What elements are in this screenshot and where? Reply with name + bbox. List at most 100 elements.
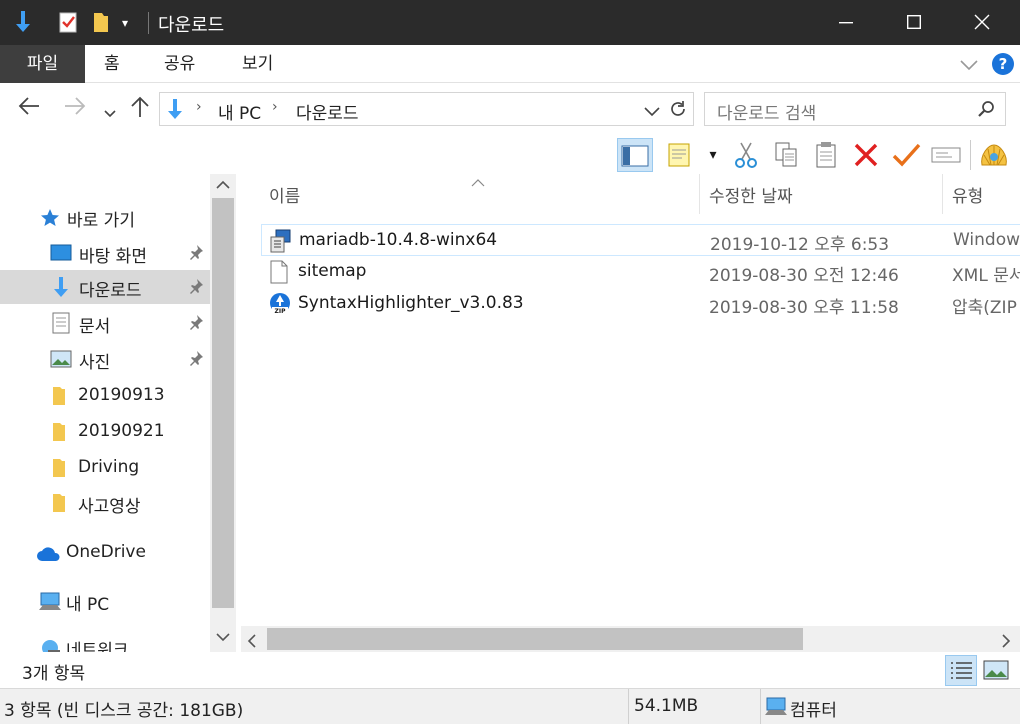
refresh-icon[interactable] <box>668 99 688 123</box>
item-count: 3개 항목 <box>22 664 86 684</box>
svg-text:ZIP: ZIP <box>275 308 287 315</box>
recent-locations-button[interactable] <box>104 100 116 124</box>
zip-icon: ZIP <box>269 292 291 320</box>
preview-pane-button[interactable] <box>617 138 653 172</box>
column-header-type[interactable]: 유형 <box>952 182 983 207</box>
nav-label: 문서 <box>79 317 111 337</box>
sort-ascending-icon <box>471 172 485 191</box>
column-header-name[interactable]: 이름 <box>269 182 300 207</box>
help-icon[interactable]: ? <box>991 52 1015 80</box>
checkmark-icon[interactable] <box>888 138 924 172</box>
file-modified: 2019-10-12 오후 6:53 <box>710 235 890 255</box>
delete-icon[interactable] <box>848 138 884 172</box>
file-name: sitemap <box>298 261 367 281</box>
file-type: Window <box>953 230 1020 250</box>
breadcrumb-downloads[interactable]: 다운로드 <box>296 99 359 124</box>
desktop-icon <box>50 244 72 266</box>
rename-icon[interactable] <box>928 138 964 172</box>
ribbon: 파일 홈 공유 보기 ? <box>0 45 1020 83</box>
scroll-down-icon[interactable] <box>210 630 236 646</box>
nav-item-documents[interactable]: 문서 <box>0 306 210 340</box>
forward-button[interactable] <box>64 96 86 121</box>
tab-share[interactable]: 공유 <box>164 45 195 83</box>
minimize-button[interactable] <box>812 0 880 45</box>
nav-label: 네트워크 <box>66 641 129 652</box>
properties-dropdown-icon[interactable]: ▾ <box>700 138 726 172</box>
toolbar-separator <box>970 140 971 170</box>
up-button[interactable] <box>130 96 150 123</box>
large-icons-view-button[interactable] <box>982 659 1010 685</box>
scrollbar-thumb[interactable] <box>267 628 803 650</box>
search-box[interactable]: 다운로드 검색 <box>704 92 1006 126</box>
column-divider[interactable] <box>942 174 943 214</box>
breadcrumb-this-pc[interactable]: 내 PC <box>218 99 261 124</box>
nav-item-folder[interactable]: 20190921 <box>0 415 210 449</box>
new-folder-icon[interactable] <box>92 10 110 38</box>
scroll-left-icon[interactable] <box>247 633 257 652</box>
properties-icon[interactable] <box>58 10 80 38</box>
file-name: mariadb-10.4.8-winx64 <box>299 230 498 250</box>
paste-icon[interactable] <box>808 138 844 172</box>
breadcrumb-chevron-icon[interactable]: › <box>196 99 202 115</box>
customize-toolbar-icon[interactable]: ▾ <box>122 16 128 30</box>
scroll-right-icon[interactable] <box>1001 633 1011 652</box>
scroll-up-icon[interactable] <box>210 178 236 194</box>
expand-ribbon-icon[interactable] <box>960 51 978 75</box>
file-type: 압축(ZIP <box>952 298 1017 318</box>
tab-file[interactable]: 파일 <box>0 45 85 83</box>
status-divider <box>760 689 761 724</box>
scrollbar-thumb[interactable] <box>212 198 234 608</box>
nav-item-pictures[interactable]: 사진 <box>0 342 210 376</box>
search-icon[interactable] <box>977 100 995 122</box>
title-bar: ▾ 다운로드 <box>0 0 1020 45</box>
file-modified: 2019-08-30 오전 12:46 <box>709 266 899 286</box>
copy-icon[interactable] <box>768 138 804 172</box>
nav-item-folder[interactable]: 20190913 <box>0 379 210 413</box>
nav-onedrive[interactable]: OneDrive <box>0 536 210 570</box>
nav-vertical-scrollbar[interactable] <box>210 174 236 652</box>
tab-home[interactable]: 홈 <box>104 45 120 83</box>
file-list-horizontal-scrollbar[interactable] <box>241 626 1020 652</box>
downloads-icon <box>52 276 70 302</box>
folder-icon <box>52 493 66 517</box>
folder-icon <box>52 422 66 446</box>
status-location: 컴퓨터 <box>790 701 837 721</box>
breadcrumb-chevron-icon[interactable]: › <box>272 99 278 115</box>
nav-label: 바로 가기 <box>67 211 135 231</box>
pin-icon <box>188 350 204 370</box>
tab-view[interactable]: 보기 <box>242 45 273 83</box>
details-view-button[interactable] <box>945 655 977 686</box>
table-row[interactable]: sitemap 2019-08-30 오전 12:46 XML 문서 <box>261 256 1020 288</box>
nav-item-downloads[interactable]: 다운로드 <box>0 270 210 304</box>
back-button[interactable] <box>18 96 40 121</box>
nav-network[interactable]: 네트워크 <box>0 630 210 652</box>
downloads-icon <box>166 98 184 124</box>
nav-item-folder[interactable]: 사고영상 <box>0 486 210 520</box>
pin-icon <box>188 314 204 334</box>
file-type: XML 문서 <box>952 266 1020 286</box>
column-header-modified[interactable]: 수정한 날짜 <box>709 182 793 207</box>
shell-icon[interactable] <box>976 138 1012 172</box>
status-size: 54.1MB <box>634 696 699 716</box>
nav-label: 20190913 <box>78 385 165 405</box>
nav-quick-access[interactable]: 바로 가기 <box>0 200 210 234</box>
cut-icon[interactable] <box>728 138 764 172</box>
file-name: SyntaxHighlighter_v3.0.83 <box>298 293 524 313</box>
pin-icon <box>188 244 204 264</box>
title-separator <box>148 12 149 34</box>
nav-item-desktop[interactable]: 바탕 화면 <box>0 236 210 270</box>
nav-label: 다운로드 <box>79 281 142 301</box>
nav-item-folder[interactable]: Driving <box>0 451 210 485</box>
close-button[interactable] <box>948 0 1016 45</box>
table-row[interactable]: mariadb-10.4.8-winx64 2019-10-12 오후 6:53… <box>261 224 1020 256</box>
item-count-bar: 3개 항목 <box>0 652 1020 688</box>
column-divider[interactable] <box>699 174 700 214</box>
nav-this-pc[interactable]: 내 PC <box>0 584 210 618</box>
address-bar[interactable]: › 내 PC › 다운로드 <box>159 92 694 126</box>
maximize-button[interactable] <box>880 0 948 45</box>
address-dropdown-icon[interactable] <box>644 103 660 122</box>
pin-icon <box>188 278 204 298</box>
table-row[interactable]: ZIP SyntaxHighlighter_v3.0.83 2019-08-30… <box>261 288 1020 320</box>
navigation-pane: 바로 가기 바탕 화면 다운로드 문서 사진 20190913 20190921 <box>0 174 236 652</box>
properties-note-icon[interactable] <box>662 138 698 172</box>
